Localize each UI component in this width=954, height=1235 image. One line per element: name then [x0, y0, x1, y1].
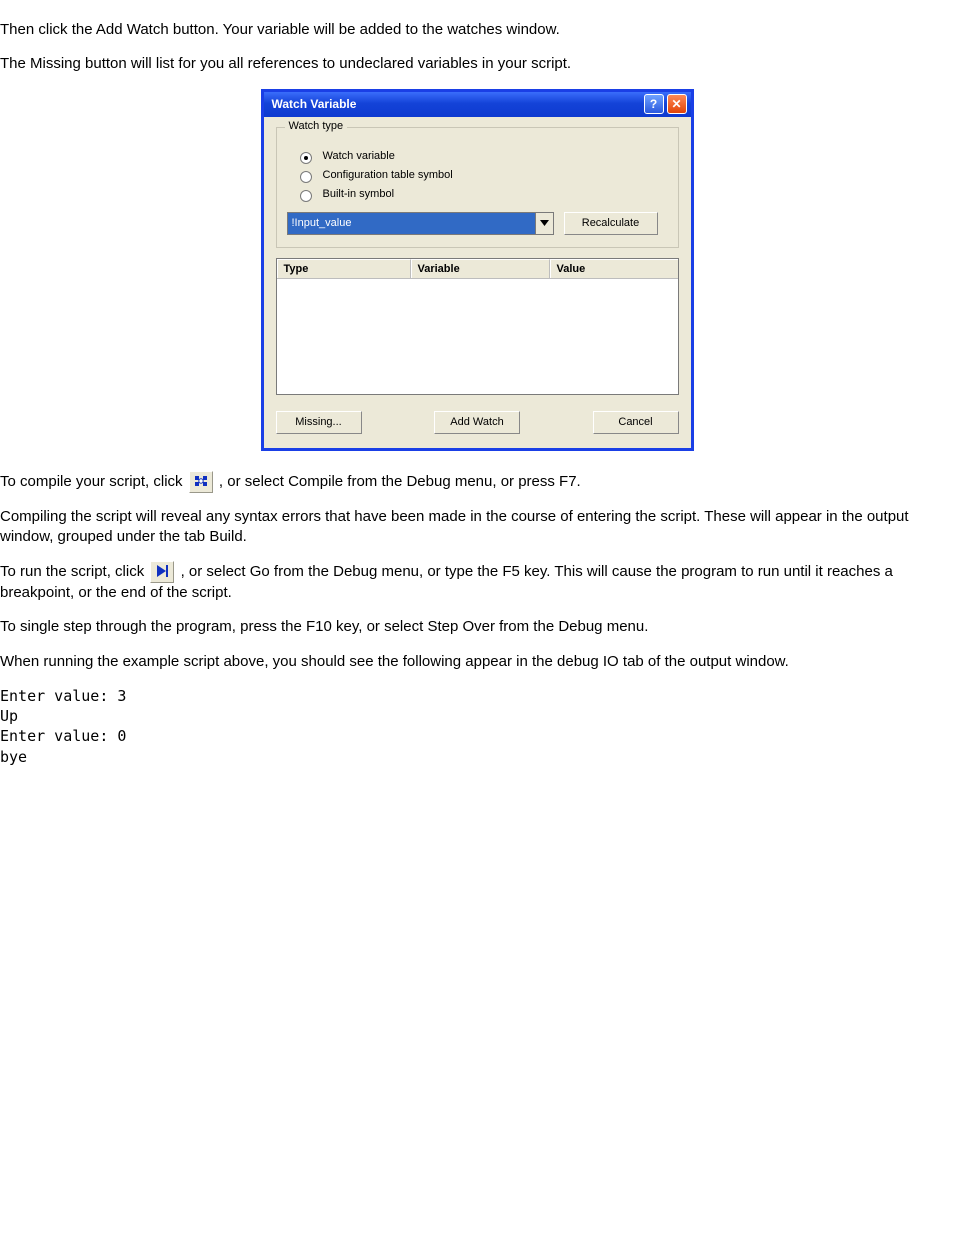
watch-variable-dialog: Watch Variable ? ✕ Watch type Watch vari… [261, 89, 694, 451]
paragraph-compile: To compile your script, click , or selec… [0, 471, 954, 493]
col-value[interactable]: Value [550, 259, 678, 278]
watch-type-group: Watch type Watch variable Configuration … [276, 127, 679, 248]
paragraph-add-watch: Then click the Add Watch button. Your va… [0, 20, 954, 40]
compile-text-b: , or select Compile from the Debug menu,… [219, 472, 581, 489]
debug-output-block: Enter value: 3 Up Enter value: 0 bye [0, 686, 954, 767]
radio-builtin-symbol-input[interactable] [300, 190, 312, 202]
radio-watch-variable[interactable]: Watch variable [295, 149, 668, 164]
cancel-button[interactable]: Cancel [593, 411, 679, 434]
compile-icon [189, 471, 213, 493]
paragraph-compile-explain: Compiling the script will reveal any syn… [0, 507, 954, 548]
help-button[interactable]: ? [644, 94, 664, 114]
paragraph-output-intro: When running the example script above, y… [0, 652, 954, 672]
paragraph-missing: The Missing button will list for you all… [0, 54, 954, 74]
close-icon: ✕ [671, 97, 681, 111]
radio-config-symbol[interactable]: Configuration table symbol [295, 168, 668, 183]
chevron-down-icon [540, 220, 549, 226]
dialog-titlebar: Watch Variable ? ✕ [264, 92, 691, 117]
radio-config-symbol-input[interactable] [300, 171, 312, 183]
col-variable[interactable]: Variable [411, 259, 550, 278]
radio-builtin-symbol-label: Built-in symbol [323, 188, 395, 200]
radio-watch-variable-input[interactable] [300, 152, 312, 164]
paragraph-run: To run the script, click , or select Go … [0, 561, 954, 603]
compile-text-a: To compile your script, click [0, 472, 183, 489]
paragraph-step: To single step through the program, pres… [0, 617, 954, 637]
close-button[interactable]: ✕ [667, 94, 687, 114]
group-legend: Watch type [285, 120, 348, 132]
dialog-wrapper: Watch Variable ? ✕ Watch type Watch vari… [0, 89, 954, 451]
help-icon: ? [650, 97, 657, 111]
radio-config-symbol-label: Configuration table symbol [323, 169, 453, 181]
missing-button[interactable]: Missing... [276, 411, 362, 434]
variable-input[interactable] [288, 213, 535, 234]
col-type[interactable]: Type [277, 259, 411, 278]
dialog-title: Watch Variable [272, 97, 357, 111]
variable-combo[interactable] [287, 212, 554, 235]
combo-dropdown-button[interactable] [535, 213, 553, 234]
results-listview[interactable]: Type Variable Value [276, 258, 679, 395]
radio-builtin-symbol[interactable]: Built-in symbol [295, 187, 668, 202]
run-text-a: To run the script, click [0, 563, 144, 580]
add-watch-button[interactable]: Add Watch [434, 411, 520, 434]
run-icon [150, 561, 174, 583]
listview-header: Type Variable Value [277, 259, 678, 279]
recalculate-button[interactable]: Recalculate [564, 212, 658, 235]
radio-watch-variable-label: Watch variable [323, 150, 395, 162]
